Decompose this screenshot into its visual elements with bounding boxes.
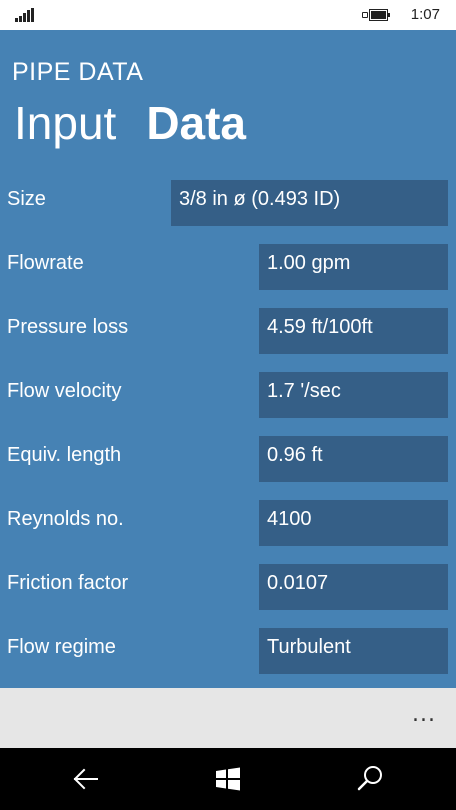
row-friction-factor: Friction factor 0.0107 <box>0 564 456 610</box>
reynolds-no-field[interactable]: 4100 <box>259 500 448 546</box>
pressure-loss-field[interactable]: 4.59 ft/100ft <box>259 308 448 354</box>
size-field[interactable]: 3/8 in ø (0.493 ID) <box>171 180 448 226</box>
row-pressure-loss: Pressure loss 4.59 ft/100ft <box>0 308 456 354</box>
flowrate-label: Flowrate <box>7 252 84 274</box>
flow-regime-label: Flow regime <box>7 636 116 658</box>
signal-strength-icon <box>15 8 35 22</box>
status-bar: 1:07 <box>0 0 456 30</box>
navigation-bar <box>0 748 456 810</box>
page-title: Input Data <box>14 96 246 150</box>
battery-charging-icon <box>362 8 390 22</box>
row-size: Size 3/8 in ø (0.493 ID) <box>0 180 456 226</box>
row-flow-velocity: Flow velocity 1.7 '/sec <box>0 372 456 418</box>
page-title-bold: Data <box>146 97 247 149</box>
back-arrow-icon[interactable] <box>69 762 103 796</box>
search-icon[interactable] <box>353 762 387 796</box>
flow-velocity-label: Flow velocity <box>7 380 122 402</box>
app-bar: ... <box>0 688 456 748</box>
size-label: Size <box>7 188 46 210</box>
app-name: PIPE DATA <box>12 58 144 86</box>
more-options-button[interactable]: ... <box>412 702 436 727</box>
app-surface: PIPE DATA Input Data Size 3/8 in ø (0.493… <box>0 30 456 688</box>
row-flowrate: Flowrate 1.00 gpm <box>0 244 456 290</box>
row-equiv-length: Equiv. length 0.96 ft <box>0 436 456 482</box>
reynolds-no-label: Reynolds no. <box>7 508 124 530</box>
friction-factor-label: Friction factor <box>7 572 129 594</box>
equiv-length-field[interactable]: 0.96 ft <box>259 436 448 482</box>
equiv-length-label: Equiv. length <box>7 444 122 466</box>
row-reynolds-no: Reynolds no. 4100 <box>0 500 456 546</box>
windows-logo-icon[interactable] <box>211 762 245 796</box>
friction-factor-field[interactable]: 0.0107 <box>259 564 448 610</box>
flow-regime-field[interactable]: Turbulent <box>259 628 448 674</box>
pressure-loss-label: Pressure loss <box>7 316 129 338</box>
page-title-light: Input <box>14 97 117 149</box>
row-flow-regime: Flow regime Turbulent <box>0 628 456 674</box>
status-clock: 1:07 <box>410 6 440 23</box>
flow-velocity-field[interactable]: 1.7 '/sec <box>259 372 448 418</box>
flowrate-field[interactable]: 1.00 gpm <box>259 244 448 290</box>
